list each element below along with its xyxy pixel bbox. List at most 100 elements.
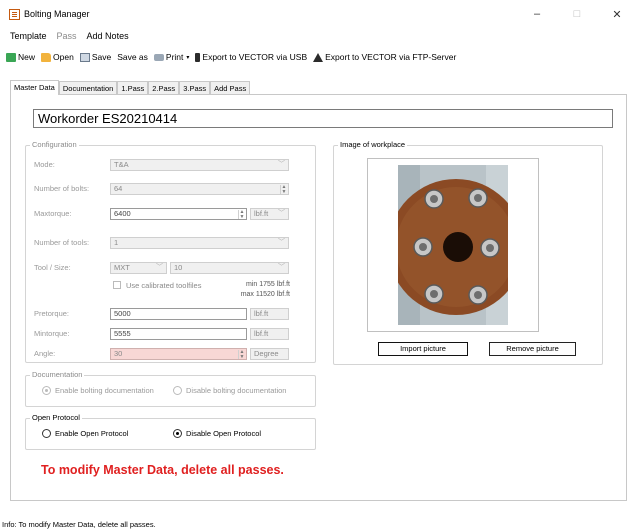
tab-strip: Master Data Documentation 1.Pass 2.Pass … <box>10 80 251 95</box>
maxtorque-stepper[interactable]: 6400 ▲ ▼ <box>110 208 247 220</box>
mode-value: T&A <box>114 160 129 169</box>
close-button[interactable]: ✕ <box>597 0 637 28</box>
menu-pass[interactable]: Pass <box>57 31 77 41</box>
workorder-field[interactable]: Workorder ES20210414 <box>33 109 613 128</box>
window-title: Bolting Manager <box>24 9 90 19</box>
pretorque-label: Pretorque: <box>34 309 70 318</box>
disable-documentation-radio[interactable] <box>173 386 182 395</box>
master-data-panel: Workorder ES20210414 Configuration Mode:… <box>10 94 627 501</box>
dropdown-arrow-icon: ﹀ <box>278 161 285 168</box>
bolts-stepper[interactable]: 64 ▲ ▼ <box>110 183 289 195</box>
flange-photo <box>398 165 508 325</box>
dropdown-arrow-icon: ﹀ <box>156 264 163 271</box>
chevron-down-icon: ▾ <box>186 54 190 61</box>
spinner-icon: ▲ ▼ <box>280 184 287 195</box>
angle-stepper[interactable]: 30 ▲ ▼ <box>110 348 247 360</box>
disable-documentation-label: Disable bolting documentation <box>186 386 287 395</box>
ftp-icon <box>313 52 324 62</box>
app-icon <box>9 8 20 20</box>
open-protocol-group: Open Protocol Enable Open Protocol Disab… <box>25 413 316 450</box>
open-icon <box>41 52 52 62</box>
mintorque-input[interactable]: 5555 <box>110 328 247 340</box>
import-picture-button[interactable]: Import picture <box>378 342 468 356</box>
enable-documentation-radio[interactable] <box>42 386 51 395</box>
enable-open-protocol-radio[interactable] <box>42 429 51 438</box>
image-group: Image of workplace Import picture Remove… <box>333 140 603 365</box>
print-label: Print <box>165 52 184 62</box>
mode-select[interactable]: T&A ﹀ <box>110 159 289 171</box>
tool-select[interactable]: MXT ﹀ <box>110 262 167 274</box>
tools-label: Number of tools: <box>34 238 90 247</box>
new-icon <box>6 52 16 62</box>
new-button[interactable]: New <box>6 52 35 62</box>
min-torque-note: min 1755 lbf.ft <box>246 281 290 288</box>
open-protocol-legend: Open Protocol <box>30 413 82 422</box>
print-icon <box>153 53 164 61</box>
max-torque-note: max 11520 lbf.ft <box>240 291 290 298</box>
tab-pass-3[interactable]: 3.Pass <box>179 81 211 95</box>
documentation-legend: Documentation <box>30 370 85 379</box>
tool-value: MXT <box>114 263 130 272</box>
enable-documentation-label: Enable bolting documentation <box>55 386 154 395</box>
menu-template[interactable]: Template <box>10 31 47 41</box>
documentation-group: Documentation Enable bolting documentati… <box>25 370 316 407</box>
save-as-button[interactable]: Save as <box>117 52 148 62</box>
menu-bar: Template Pass Add Notes <box>0 28 637 44</box>
spinner-icon: ▲ ▼ <box>238 349 245 360</box>
maxtorque-unit-value: lbf.ft <box>254 209 269 218</box>
angle-label: Angle: <box>34 349 56 358</box>
enable-open-protocol-label: Enable Open Protocol <box>55 429 129 438</box>
export-ftp-label: Export to VECTOR via FTP-Server <box>325 52 457 62</box>
mode-label: Mode: <box>34 160 55 169</box>
new-label: New <box>18 52 36 62</box>
image-legend: Image of workplace <box>338 140 408 149</box>
save-as-label: Save as <box>117 52 148 62</box>
dropdown-arrow-icon: ﹀ <box>278 264 285 271</box>
size-select[interactable]: 10 ﹀ <box>170 262 289 274</box>
open-button[interactable]: Open <box>41 52 74 62</box>
tab-documentation[interactable]: Documentation <box>58 81 118 95</box>
maximize-button[interactable]: □ <box>557 0 597 28</box>
maxtorque-label: Maxtorque: <box>34 209 72 218</box>
tab-add-pass[interactable]: Add Pass <box>210 81 251 95</box>
menu-add-notes[interactable]: Add Notes <box>87 31 129 41</box>
open-label: Open <box>53 52 74 62</box>
calibrated-checkbox[interactable] <box>113 281 121 289</box>
angle-value: 30 <box>114 349 123 358</box>
tool-size-label: Tool / Size: <box>34 263 71 272</box>
title-bar: Bolting Manager – □ ✕ <box>0 0 637 28</box>
minimize-button[interactable]: – <box>517 0 557 28</box>
export-usb-label: Export to VECTOR via USB <box>202 52 308 62</box>
remove-picture-button[interactable]: Remove picture <box>489 342 576 356</box>
save-button[interactable]: Save <box>79 52 112 62</box>
calibrated-label: Use calibrated toolfiles <box>126 281 202 290</box>
tab-pass-1[interactable]: 1.Pass <box>117 81 149 95</box>
pretorque-input[interactable]: 5000 <box>110 308 247 320</box>
export-usb-button[interactable]: Export to VECTOR via USB <box>195 52 307 62</box>
save-icon <box>79 52 90 62</box>
print-button[interactable]: Print ▾ <box>153 52 190 62</box>
bolts-value: 64 <box>114 184 123 193</box>
angle-unit: Degree <box>250 348 289 360</box>
tools-value: 1 <box>114 238 119 247</box>
disable-open-protocol-label: Disable Open Protocol <box>186 429 262 438</box>
tab-master-data[interactable]: Master Data <box>10 80 59 95</box>
dropdown-arrow-icon: ﹀ <box>278 210 285 217</box>
save-label: Save <box>91 52 112 62</box>
master-data-warning: To modify Master Data, delete all passes… <box>41 463 284 477</box>
mintorque-unit: lbf.ft <box>250 328 289 340</box>
maxtorque-value: 6400 <box>114 209 131 218</box>
dropdown-arrow-icon: ﹀ <box>278 239 285 246</box>
tab-pass-2[interactable]: 2.Pass <box>148 81 180 95</box>
export-ftp-button[interactable]: Export to VECTOR via FTP-Server <box>313 52 456 62</box>
workplace-image <box>367 158 539 332</box>
tools-select[interactable]: 1 ﹀ <box>110 237 289 249</box>
configuration-legend: Configuration <box>30 140 79 149</box>
status-bar: Info: To modify Master Data, delete all … <box>0 519 637 531</box>
maxtorque-unit-select[interactable]: lbf.ft ﹀ <box>250 208 289 220</box>
spinner-icon: ▲ ▼ <box>238 209 245 220</box>
window-controls: – □ ✕ <box>517 0 637 28</box>
mintorque-label: Mintorque: <box>34 329 70 338</box>
disable-open-protocol-radio[interactable] <box>173 429 182 438</box>
usb-icon <box>195 52 201 62</box>
